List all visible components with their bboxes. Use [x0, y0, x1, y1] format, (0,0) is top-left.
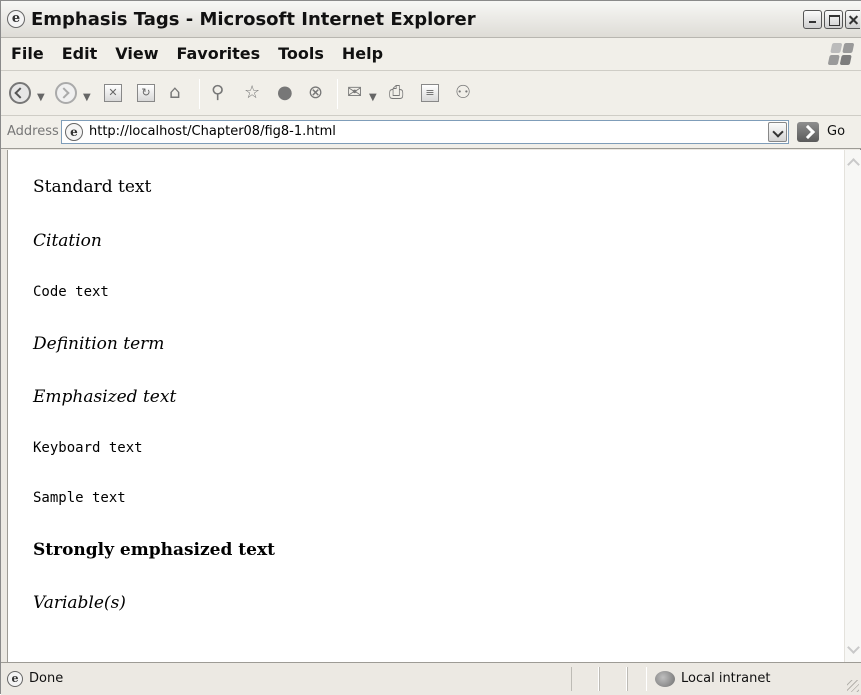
favorites-icon[interactable]: ☆ [244, 83, 260, 103]
media-icon[interactable]: ● [277, 83, 293, 103]
standard-text: Standard text [33, 177, 152, 197]
menu-view[interactable]: View [115, 44, 158, 63]
toolbar-separator [337, 79, 338, 109]
address-dropdown-icon[interactable] [768, 122, 787, 142]
stop-icon[interactable]: ✕ [104, 84, 122, 102]
print-icon[interactable]: ⎙ [389, 83, 403, 103]
window-title: Emphasis Tags - Microsoft Internet Explo… [31, 9, 476, 30]
menu-favorites[interactable]: Favorites [176, 44, 260, 63]
emphasized-text: Emphasized text [33, 387, 177, 407]
status-text: Done [29, 671, 64, 686]
browser-window: e Emphasis Tags - Microsoft Internet Exp… [0, 0, 861, 695]
status-bar: e Done Local intranet [1, 662, 861, 695]
toolbar: ▼ ▼ ✕ ↻ ⌂ ⚲ ☆ ● ⊗ ✉ ▼ ⎙ ≡ ⚇ [1, 71, 861, 116]
minimize-icon[interactable] [803, 10, 822, 29]
caption-buttons [803, 10, 860, 29]
status-cell [627, 667, 647, 691]
sample-text: Sample text [33, 490, 126, 506]
definition-term-text: Definition term [33, 334, 165, 354]
menu-tools[interactable]: Tools [278, 44, 324, 63]
mail-icon[interactable]: ✉ [347, 83, 362, 103]
toolbar-separator [199, 79, 200, 109]
maximize-icon[interactable] [824, 10, 843, 29]
page-icon: e [65, 123, 83, 141]
variable-text: Variable(s) [33, 593, 126, 613]
address-bar: Address e http://localhost/Chapter08/fig… [1, 116, 861, 149]
code-text: Code text [33, 284, 109, 300]
go-arrow-icon[interactable] [797, 122, 819, 142]
scroll-up-icon[interactable] [847, 158, 860, 171]
scroll-down-icon[interactable] [847, 641, 860, 654]
forward-dropdown-icon[interactable]: ▼ [83, 88, 91, 108]
menu-help[interactable]: Help [342, 44, 383, 63]
back-icon[interactable] [9, 82, 31, 104]
page-content: Standard text Citation Code text Definit… [8, 150, 844, 662]
menu-file[interactable]: File [11, 44, 44, 63]
address-label: Address [7, 124, 59, 139]
status-cell [599, 667, 627, 691]
security-zone: Local intranet [681, 671, 771, 686]
go-button[interactable]: Go [827, 124, 845, 139]
status-cell [571, 667, 599, 691]
ie-logo-icon: e [7, 10, 25, 28]
page-done-icon: e [7, 671, 23, 687]
address-input[interactable]: e http://localhost/Chapter08/fig8-1.html [61, 120, 789, 144]
home-icon[interactable]: ⌂ [169, 83, 180, 103]
strongly-emphasized-text: Strongly emphasized text [33, 540, 275, 560]
back-dropdown-icon[interactable]: ▼ [37, 88, 45, 108]
forward-icon[interactable] [55, 82, 77, 104]
menu-bar: File Edit View Favorites Tools Help [1, 38, 861, 71]
messenger-icon[interactable]: ⚇ [455, 83, 471, 103]
keyboard-text: Keyboard text [33, 440, 143, 456]
menu-edit[interactable]: Edit [62, 44, 98, 63]
refresh-icon[interactable]: ↻ [137, 84, 155, 102]
citation-text: Citation [33, 231, 102, 251]
edit-icon[interactable]: ≡ [421, 84, 439, 102]
resize-grip-icon[interactable] [847, 680, 859, 692]
history-icon[interactable]: ⊗ [308, 83, 323, 103]
address-url[interactable]: http://localhost/Chapter08/fig8-1.html [89, 124, 336, 139]
content-frame [1, 150, 8, 662]
vertical-scrollbar[interactable] [844, 150, 861, 662]
close-icon[interactable] [845, 10, 860, 29]
title-bar: e Emphasis Tags - Microsoft Internet Exp… [1, 1, 861, 38]
mail-dropdown-icon[interactable]: ▼ [369, 88, 377, 108]
local-intranet-icon [655, 671, 675, 687]
windows-flag-icon [827, 43, 855, 65]
search-icon[interactable]: ⚲ [211, 83, 224, 103]
